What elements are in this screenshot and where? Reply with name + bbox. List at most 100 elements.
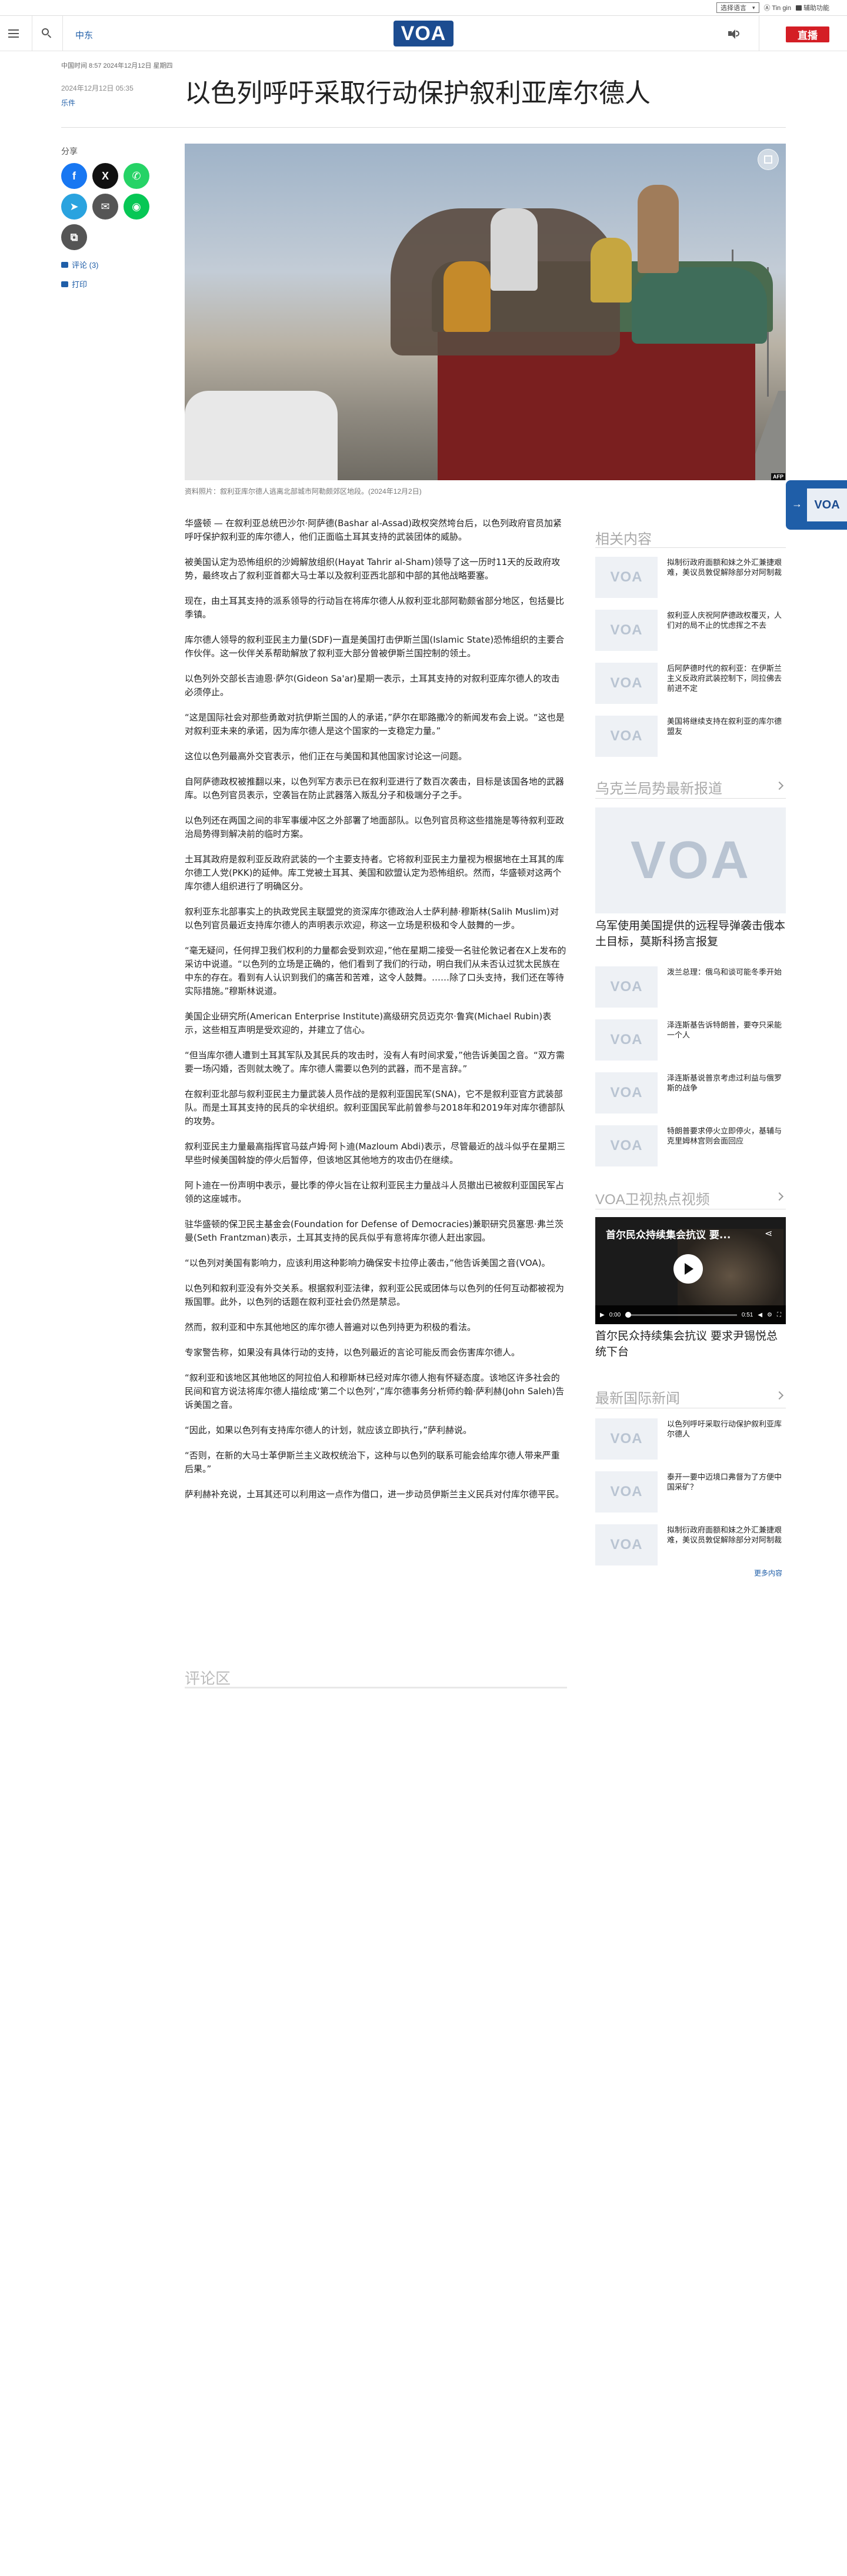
article-paragraph: 库尔德人领导的叙利亚民主力量(SDF)一直是美国打击伊斯兰国(Islamic S…: [185, 634, 565, 659]
comments-link[interactable]: 评论 (3): [61, 259, 99, 270]
more-link[interactable]: 更多内容: [754, 1568, 782, 1578]
section-link[interactable]: 中东: [75, 29, 93, 41]
article-paragraph: 然而，叙利亚和中东其他地区的库尔德人普遍对以色列持更为积极的看法。: [185, 1322, 476, 1332]
list-item-title[interactable]: 叙利亚人庆祝阿萨德政权覆灭，人们对的局不止的忧虑挥之不去: [667, 611, 786, 631]
article-paragraph: “毫无疑问，任何捍卫我们权利的力量都会受到欢迎，”他在星期二接受一名驻伦敦记者在…: [185, 945, 566, 996]
image-person: [443, 261, 491, 332]
accessibility-icon: [796, 5, 802, 11]
language-select[interactable]: 选择语言 ▾: [716, 2, 759, 13]
featured-image[interactable]: VOA: [595, 807, 786, 913]
telegram-icon[interactable]: ➤: [61, 194, 87, 220]
play-small-icon[interactable]: ▶: [600, 1312, 605, 1318]
image-caption: 资料照片：叙利亚库尔德人逃离北部城市阿勒颇郊区地段。(2024年12月2日): [185, 487, 422, 496]
accessibility-link[interactable]: 辅助功能: [796, 3, 829, 12]
list-item[interactable]: VOA 后阿萨德时代的叙利亚：在伊斯兰主义反政府武装控制下，同拉佛去前进不定: [595, 663, 786, 704]
volume-icon[interactable]: ◀: [758, 1312, 762, 1318]
whatsapp-icon[interactable]: ✆: [124, 163, 149, 189]
thumbnail-image[interactable]: VOA: [595, 1019, 658, 1061]
list-item-title[interactable]: 特朗普要求停火立即停火，基辅与克里姆林宫则会面回应: [667, 1126, 786, 1146]
thumbnail-image[interactable]: VOA: [595, 966, 658, 1008]
email-icon[interactable]: ✉: [92, 194, 118, 220]
list-item[interactable]: VOA 泽连斯基说普京考虑过利益与俄罗斯的战争: [595, 1072, 786, 1114]
chevron-right-icon[interactable]: [775, 1391, 784, 1400]
article-paragraph: “叙利亚和该地区其他地区的阿拉伯人和穆斯林已经对库尔德人抱有怀疑态度。该地区许多…: [185, 1372, 565, 1410]
header-divider: [62, 16, 63, 51]
list-item[interactable]: VOA 泼兰总理：俄乌和谈可能冬季开始: [595, 966, 786, 1008]
article-paragraph: 专家警告称，如果没有具体行动的支持，以色列最近的言论可能反而会伤害库尔德人。: [185, 1347, 521, 1358]
accessibility-link-label: 辅助功能: [803, 5, 829, 12]
list-item[interactable]: VOA 拟制衍政府面额和妹之外汇兼捷艰难，美议员敦促解除部分对阿制裁: [595, 1524, 786, 1565]
voa-logo[interactable]: VOA: [394, 21, 453, 46]
thumbnail-image[interactable]: VOA: [595, 716, 658, 757]
thumbnail-image[interactable]: VOA: [595, 1072, 658, 1114]
list-item[interactable]: VOA 特朗普要求停火立即停火，基辅与克里姆林宫则会面回应: [595, 1125, 786, 1166]
list-item[interactable]: VOA 叙利亚人庆祝阿萨德政权覆灭，人们对的局不止的忧虑挥之不去: [595, 610, 786, 651]
list-item-title[interactable]: 泼兰总理：俄乌和谈可能冬季开始: [667, 968, 786, 978]
article-paragraph: 以色列外交部长吉迪恩·萨尔(Gideon Sa'ar)星期一表示，土耳其支持的对…: [185, 673, 560, 697]
article-paragraph: 阿卜迪在一份声明中表示，曼比季的停火旨在让叙利亚民主力量战斗人员撤出已被叙利亚国…: [185, 1180, 565, 1204]
share-icon[interactable]: ⋖: [765, 1228, 772, 1239]
image-car: [185, 391, 338, 480]
list-item[interactable]: VOA 以色列呼吁采取行动保护叙利亚库尔德人: [595, 1418, 786, 1460]
copy-icon[interactable]: ⧉: [61, 224, 87, 250]
list-item-title[interactable]: 后阿萨德时代的叙利亚：在伊斯兰主义反政府武装控制下，同拉佛去前进不定: [667, 664, 786, 694]
featured-headline[interactable]: 乌军使用美国提供的远程导弹袭击俄本土目标，莫斯科扬言报复: [595, 918, 786, 950]
image-cargo: [632, 267, 767, 344]
utility-bar: 选择语言 ▾ Ⓐ Tin gin 辅助功能: [0, 0, 847, 16]
list-item-title[interactable]: 拟制衍政府面额和妹之外汇兼捷艰难，美议员敦促解除部分对阿制裁: [667, 1525, 786, 1545]
list-item-title[interactable]: 以色列呼吁采取行动保护叙利亚库尔德人: [667, 1420, 786, 1440]
facebook-icon[interactable]: f: [61, 163, 87, 189]
thumbnail-image[interactable]: VOA: [595, 1418, 658, 1460]
language-select-label: 选择语言: [721, 5, 746, 12]
chevron-right-icon[interactable]: [775, 1192, 784, 1201]
article-paragraph: 以色列和叙利亚没有外交关系。根据叙利亚法律，叙利亚公民或团体与以色列的任何互动都…: [185, 1283, 565, 1307]
thumbnail-image[interactable]: VOA: [595, 610, 658, 651]
chevron-right-icon[interactable]: [775, 781, 784, 790]
thumbnail-image[interactable]: VOA: [595, 1471, 658, 1513]
news-heading[interactable]: 最新国际新闻: [595, 1387, 680, 1407]
list-item-title[interactable]: 泰开一要中迈境口弗督为了方便中国采矿？: [667, 1473, 786, 1493]
video-heading[interactable]: VOA卫视热点视频: [595, 1188, 710, 1208]
list-item-title[interactable]: 泽连斯基告诉特朗普，要夺只采能一个人: [667, 1021, 786, 1041]
search-icon[interactable]: [41, 28, 53, 39]
share-label: 分享: [61, 147, 78, 156]
live-button[interactable]: 直播: [786, 26, 829, 42]
article-paragraph: 自阿萨德政权被推翻以来，以色列军方表示已在叙利亚进行了数百次袭击，目标是该国各地…: [185, 776, 565, 800]
line-icon[interactable]: ◉: [124, 194, 149, 220]
list-item-title[interactable]: 拟制衍政府面额和妹之外汇兼捷艰难，美议员敦促解除部分对阿制裁: [667, 558, 786, 578]
floating-live-tab[interactable]: → VOA: [786, 480, 847, 530]
list-item[interactable]: VOA 泰开一要中迈境口弗督为了方便中国采矿？: [595, 1471, 786, 1513]
list-item[interactable]: VOA 泽连斯基告诉特朗普，要夺只采能一个人: [595, 1019, 786, 1061]
x-icon[interactable]: X: [92, 163, 118, 189]
divider: [185, 1687, 567, 1688]
list-item[interactable]: VOA 美国将继续支持在叙利亚的库尔德盟友: [595, 716, 786, 757]
chevron-down-icon: ▾: [752, 4, 755, 11]
list-item-title[interactable]: 泽连斯基说普京考虑过利益与俄罗斯的战争: [667, 1073, 786, 1093]
thumbnail-image[interactable]: VOA: [595, 557, 658, 598]
thumbnail-image[interactable]: VOA: [595, 1524, 658, 1565]
divider: [595, 798, 786, 799]
article-paragraph: 土耳其政府是叙利亚反政府武装的一个主要支持者。它将叙利亚民主力量视为根据地在土耳…: [185, 854, 565, 892]
article-paragraph: 叙利亚东北部事实上的执政党民主联盟党的资深库尔德政治人士萨利赫·穆斯林(Sali…: [185, 906, 559, 930]
thumbnail-image[interactable]: VOA: [595, 1125, 658, 1166]
video-caption[interactable]: 首尔民众持续集会抗议 要求尹锡悦总统下台: [595, 1328, 786, 1360]
list-item[interactable]: VOA 拟制衍政府面额和妹之外汇兼捷艰难，美议员敦促解除部分对阿制裁: [595, 557, 786, 598]
print-link[interactable]: 打印: [61, 278, 87, 290]
play-icon[interactable]: [673, 1254, 703, 1284]
video-player[interactable]: 首尔民众持续集会抗议 要... ⋖ ▶ 0:00 0:51 ◀ ⚙ ⛶: [595, 1217, 786, 1324]
font-settings-link[interactable]: Ⓐ Tin gin: [764, 3, 791, 12]
article-paragraph: “但当库尔德人遭到土耳其军队及其民兵的攻击时，没有人有时间求爱，”他告诉美国之音…: [185, 1050, 565, 1074]
article-category[interactable]: 乐件: [61, 98, 75, 108]
video-progress[interactable]: [625, 1311, 737, 1318]
list-item-title[interactable]: 美国将继续支持在叙利亚的库尔德盟友: [667, 717, 786, 737]
menu-icon[interactable]: [8, 26, 22, 41]
ukraine-heading[interactable]: 乌克兰局势最新报道: [595, 777, 722, 797]
audio-icon[interactable]: [727, 29, 740, 39]
settings-icon[interactable]: ⚙: [767, 1312, 772, 1318]
fullscreen-icon[interactable]: ⛶: [777, 1312, 781, 1318]
divider: [61, 127, 786, 128]
thumbnail-image[interactable]: VOA: [595, 663, 658, 704]
progress-knob[interactable]: [625, 1311, 632, 1318]
print-link-label: 打印: [72, 280, 88, 289]
expand-icon[interactable]: [758, 149, 779, 170]
